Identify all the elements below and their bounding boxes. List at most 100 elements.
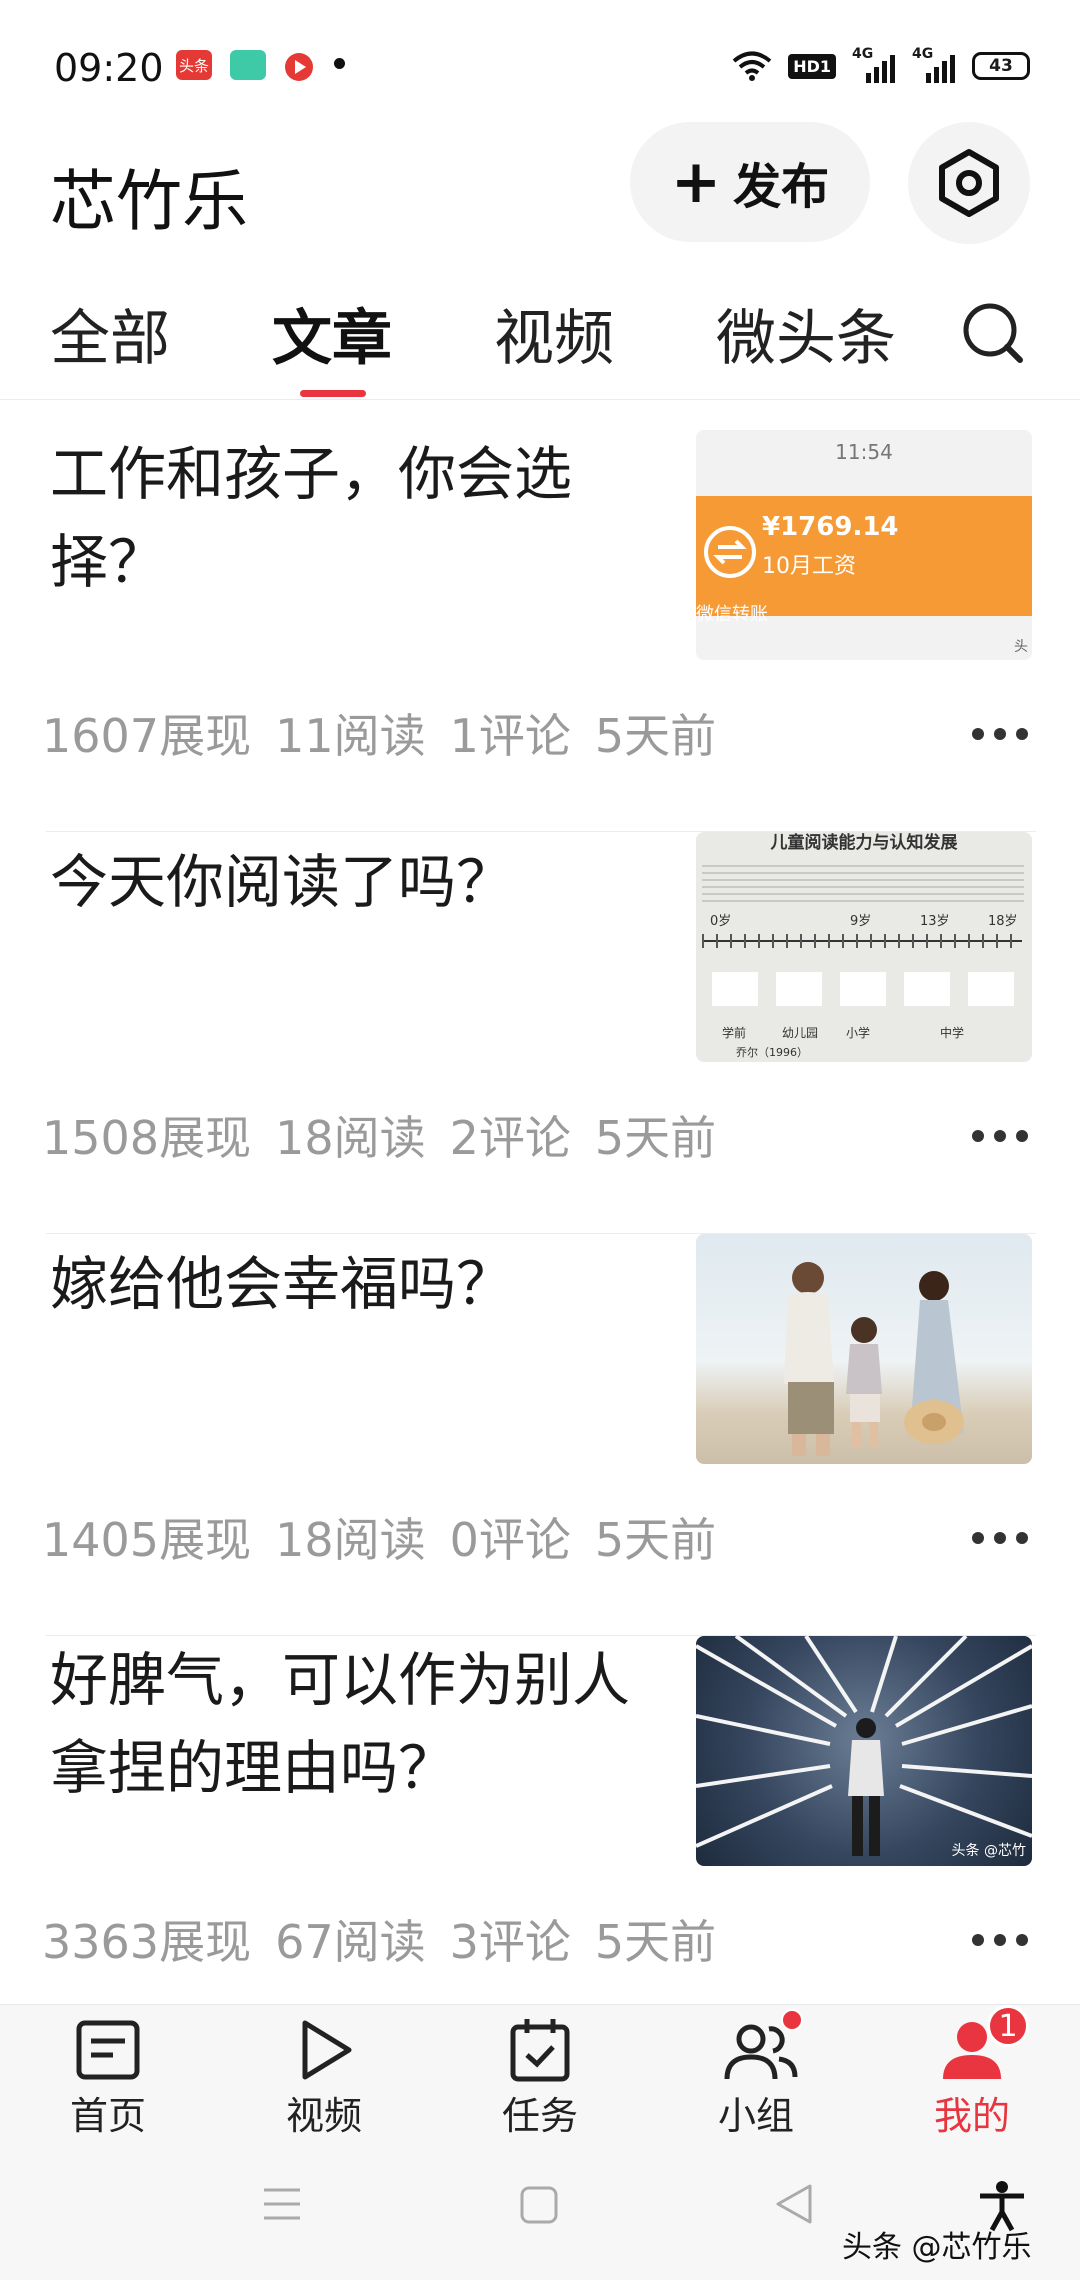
timeline-ticks xyxy=(702,934,1022,948)
article-stats: 1405展现 18阅读 0评论 5天前 xyxy=(42,1504,716,1570)
profile-badge: 1 xyxy=(987,2005,1029,2047)
reads: 18阅读 xyxy=(275,1111,426,1165)
group-icon xyxy=(721,2009,803,2083)
stage-label: 中学 xyxy=(940,1026,965,1040)
thumb-text-lines xyxy=(702,860,1024,902)
nav-label: 小组 xyxy=(717,2094,794,2138)
article-item[interactable]: 嫁给他会幸福吗？ 1405展现 18阅读 0评论 5天前 xyxy=(0,1234,1080,1636)
article-title[interactable]: 好脾气，可以作为别人拿捏的理由吗？ xyxy=(50,1636,640,1812)
page-title: 芯竹乐 xyxy=(50,163,248,240)
publish-time: 5天前 xyxy=(594,1513,717,1567)
comments: 2评论 xyxy=(449,1111,571,1165)
wifi-icon xyxy=(732,51,772,81)
family-illustration xyxy=(784,1262,964,1456)
article-item[interactable]: 工作和孩子，你会选择？ 11:54 ¥1769.14 10月工资 微信转账 头 … xyxy=(0,430,1080,832)
article-title[interactable]: 工作和孩子，你会选择？ xyxy=(50,430,640,606)
article-title[interactable]: 嫁给他会幸福吗？ xyxy=(50,1240,640,1328)
nav-label: 任务 xyxy=(501,2094,578,2138)
comments: 0评论 xyxy=(449,1513,571,1567)
signal-sim2-icon: 4G xyxy=(912,46,956,83)
transfer-banner: ¥1769.14 10月工资 xyxy=(696,496,1032,616)
more-options-icon[interactable] xyxy=(972,1934,1028,1948)
nav-home[interactable]: 首页 xyxy=(38,2017,178,2140)
toutiao-icon: 头条 xyxy=(176,50,212,80)
publish-time: 5天前 xyxy=(594,1111,717,1165)
notification-dot-icon xyxy=(334,58,345,69)
nav-group[interactable]: 小组 xyxy=(686,2009,826,2140)
tab-articles[interactable]: 文章 xyxy=(272,290,392,377)
article-thumbnail[interactable]: 11:54 ¥1769.14 10月工资 微信转账 头 xyxy=(696,430,1032,660)
impressions: 1405展现 xyxy=(42,1513,252,1567)
reads: 67阅读 xyxy=(275,1915,426,1969)
nav-video[interactable]: 视频 xyxy=(254,2017,394,2140)
chart-heading: 儿童阅读能力与认知发展 xyxy=(770,833,958,853)
article-stats: 3363展现 67阅读 3评论 5天前 xyxy=(42,1906,716,1972)
article-title[interactable]: 今天你阅读了吗？ xyxy=(50,838,640,926)
tab-videos[interactable]: 视频 xyxy=(494,290,614,377)
publish-label: 发布 xyxy=(733,159,830,215)
age-mark: 9岁 xyxy=(850,914,872,929)
article-item[interactable]: 今天你阅读了吗？ 儿童阅读能力与认知发展 0岁 9岁 13岁 18岁 学前 幼儿… xyxy=(0,832,1080,1234)
group-unread-dot xyxy=(781,2009,803,2031)
nav-label: 我的 xyxy=(933,2094,1010,2138)
transfer-note: 微信转账 xyxy=(696,604,768,625)
status-bar: 09:20 头条 HD1 4G 4G 43 xyxy=(0,0,1080,120)
home-square-icon[interactable] xyxy=(518,2184,560,2226)
nav-tasks[interactable]: 任务 xyxy=(470,2017,610,2140)
nav-profile[interactable]: 1 我的 xyxy=(902,2005,1042,2140)
status-time: 09:20 xyxy=(54,46,164,90)
publish-button[interactable]: + 发布 xyxy=(630,122,870,242)
thumb-watermark: 头条 @芯竹 xyxy=(951,1843,1026,1859)
arrows-photo-thumbnail[interactable]: 头条 @芯竹 xyxy=(696,1636,1032,1866)
impressions: 3363展现 xyxy=(42,1915,252,1969)
hd-badge: HD1 xyxy=(788,53,836,79)
transfer-amount: ¥1769.14 xyxy=(762,512,899,542)
more-options-icon[interactable] xyxy=(972,1130,1028,1144)
impressions: 1607展现 xyxy=(42,709,252,763)
age-mark: 18岁 xyxy=(988,914,1018,929)
article-thumbnail[interactable]: 儿童阅读能力与认知发展 0岁 9岁 13岁 18岁 学前 幼儿园 小学 中学 乔… xyxy=(696,832,1032,1062)
tab-all[interactable]: 全部 xyxy=(50,290,170,377)
impressions: 1508展现 xyxy=(42,1111,252,1165)
back-triangle-icon[interactable] xyxy=(772,2182,816,2226)
more-options-icon[interactable] xyxy=(972,728,1028,742)
green-app-icon xyxy=(230,50,266,80)
hexagon-settings-icon xyxy=(939,149,999,217)
nav-label: 视频 xyxy=(285,2094,362,2138)
bottom-nav: 首页 视频 任务 小组 1 我的 xyxy=(0,2004,1080,2140)
article-stats: 1508展现 18阅读 2评论 5天前 xyxy=(42,1102,716,1168)
active-tab-indicator xyxy=(300,390,366,397)
reads: 18阅读 xyxy=(275,1513,426,1567)
comments: 3评论 xyxy=(449,1915,571,1969)
transfer-icon xyxy=(704,526,756,578)
transfer-caption: 10月工资 xyxy=(762,554,856,579)
article-stats: 1607展现 11阅读 1评论 5天前 xyxy=(42,700,716,766)
article-item[interactable]: 好脾气，可以作为别人拿捏的理由吗？ 头条 @芯竹 3363展现 67阅读 3评论… xyxy=(0,1636,1080,2038)
menu-icon[interactable] xyxy=(260,2184,304,2224)
home-icon xyxy=(73,2017,143,2083)
age-mark: 13岁 xyxy=(920,914,950,929)
video-play-icon xyxy=(289,2017,359,2083)
battery-icon: 43 xyxy=(972,52,1030,80)
more-options-icon[interactable] xyxy=(972,1532,1028,1546)
reads: 11阅读 xyxy=(275,709,426,763)
family-photo-thumbnail[interactable] xyxy=(696,1234,1032,1464)
task-calendar-icon xyxy=(505,2017,575,2083)
publish-time: 5天前 xyxy=(594,1915,717,1969)
comments: 1评论 xyxy=(449,709,571,763)
stage-label: 幼儿园 xyxy=(782,1026,819,1040)
stage-label: 小学 xyxy=(846,1026,871,1040)
arrows-illustration xyxy=(696,1636,1032,1856)
tab-micro-posts[interactable]: 微头条 xyxy=(716,290,896,377)
nav-label: 首页 xyxy=(69,2094,146,2138)
stage-label: 学前 xyxy=(722,1026,747,1040)
plus-icon: + xyxy=(670,147,722,217)
profile-icon: 1 xyxy=(937,2005,1029,2083)
stage-boxes xyxy=(706,972,1022,1006)
thumb-corner: 头 xyxy=(1014,639,1028,655)
settings-button[interactable] xyxy=(908,122,1030,244)
red-video-icon xyxy=(282,50,318,81)
publish-time: 5天前 xyxy=(594,709,717,763)
search-icon[interactable] xyxy=(960,300,1026,366)
thumb-time: 11:54 xyxy=(835,440,893,464)
